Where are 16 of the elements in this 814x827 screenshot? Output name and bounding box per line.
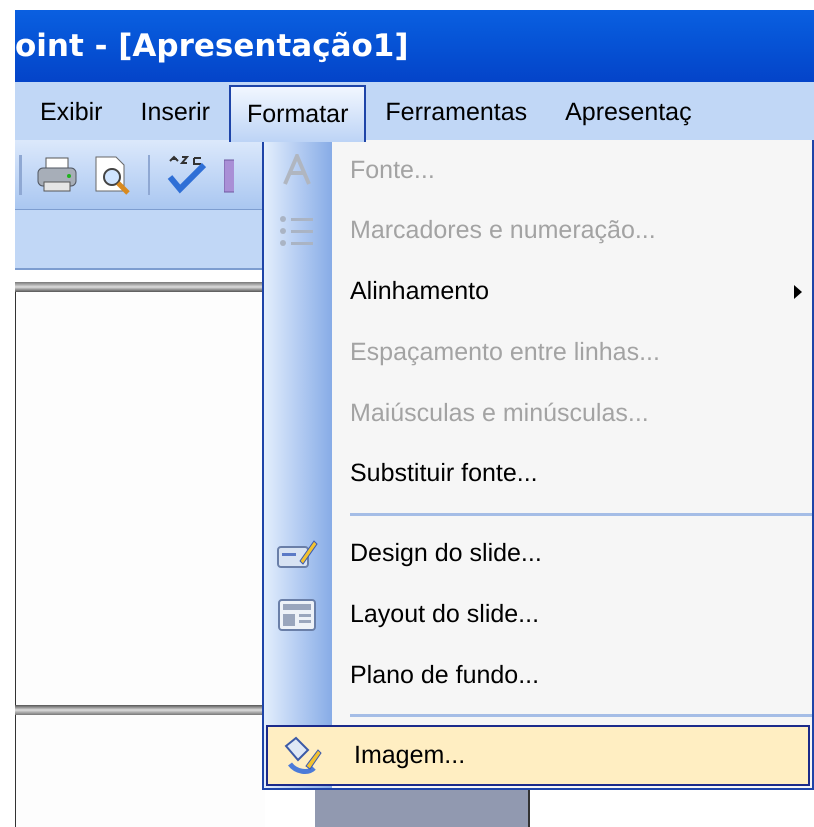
menu-bar-item[interactable]: Exibir	[21, 85, 122, 140]
slide-layout-icon	[277, 598, 317, 632]
menu-item[interactable]: Plano de fundo...	[264, 645, 812, 706]
menu-item[interactable]: Imagem...	[266, 725, 810, 786]
menu-item[interactable]: Design do slide...	[264, 524, 812, 584]
menu-bar-item[interactable]: Formatar	[228, 85, 366, 142]
menu-bar-item[interactable]: Ferramentas	[366, 85, 546, 140]
menu-item[interactable]: Layout do slide...	[264, 584, 812, 646]
letter-icon	[281, 154, 313, 186]
printer-icon[interactable]	[36, 156, 78, 194]
bullet-list-icon	[279, 215, 315, 248]
menu-bar-item[interactable]: Inserir	[122, 85, 229, 140]
menu-bar-item[interactable]: Apresentaç	[546, 85, 711, 140]
window-title: oint - [Apresentação1]	[15, 26, 409, 66]
menu-item[interactable]: Alinhamento	[264, 261, 812, 322]
menu-item[interactable]: Substituir fonte...	[264, 444, 812, 504]
